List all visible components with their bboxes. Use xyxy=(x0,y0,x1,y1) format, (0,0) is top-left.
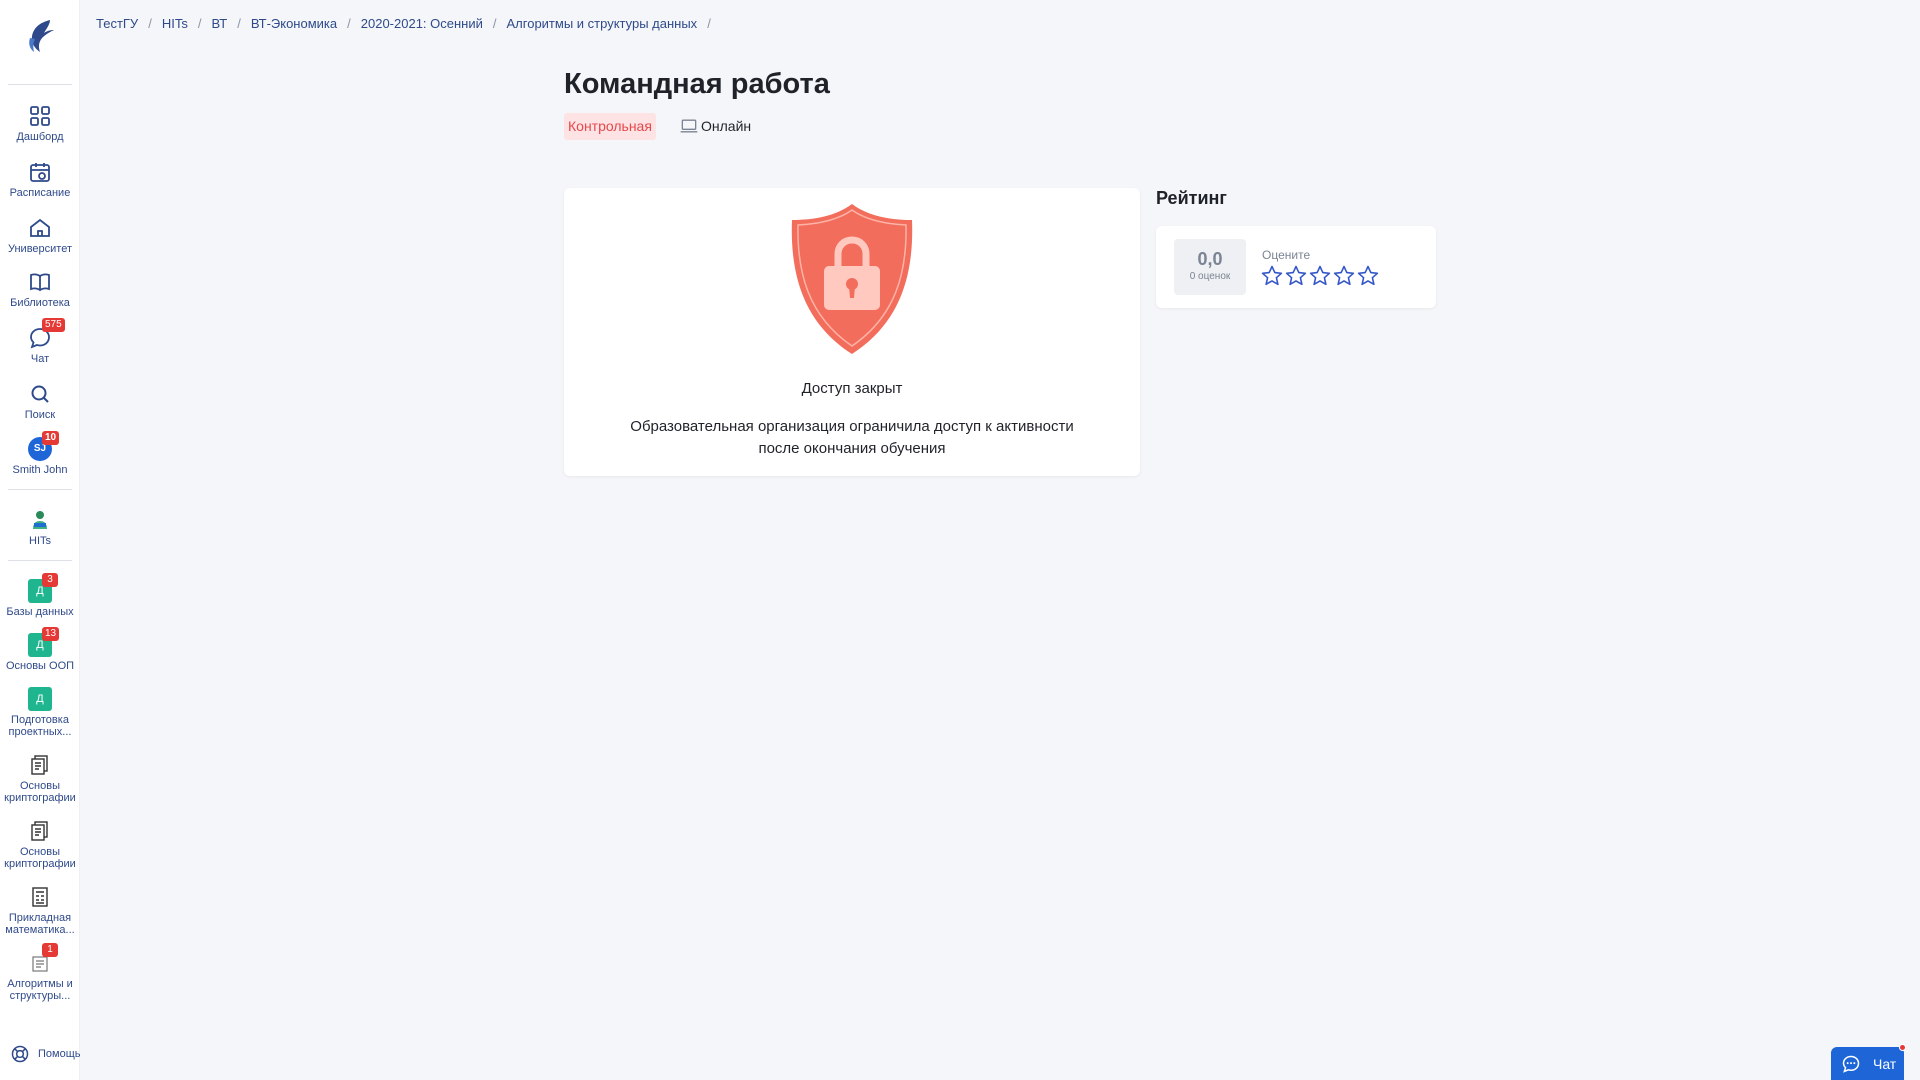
breadcrumb-separator: / xyxy=(347,16,351,31)
sidebar-item-label: Университет xyxy=(7,243,73,255)
sidebar-item-label: Поиск xyxy=(24,409,56,421)
chat-icon xyxy=(1842,1055,1860,1073)
sidebar-item-course-crypto[interactable]: Основы криптографии xyxy=(0,753,80,804)
avatar: SJ 10 xyxy=(28,431,60,461)
chat-icon: 575 xyxy=(28,318,65,350)
sidebar-item-label: Базы данных xyxy=(6,606,74,618)
sidebar-item-label: Чат xyxy=(30,353,50,365)
rating-title: Рейтинг xyxy=(1156,188,1227,208)
breadcrumb: ТестГУ / HITs / ВТ / ВТ-Экономика / 2020… xyxy=(96,16,721,31)
rating-score-box: 0,0 0 оценок xyxy=(1174,239,1246,295)
help-label: Помощь xyxy=(38,1048,81,1060)
lifebuoy-icon xyxy=(11,1045,29,1063)
sidebar-item-label: HITs xyxy=(29,535,51,547)
sidebar-item-label: Библиотека xyxy=(10,297,70,309)
rating-value: 0,0 xyxy=(1197,249,1223,269)
sidebar-item-library[interactable]: Библиотека xyxy=(0,270,80,309)
sidebar-item-label: Расписание xyxy=(9,187,71,199)
sidebar-item-label: Дашборд xyxy=(16,131,64,143)
hits-logo-icon xyxy=(28,508,52,532)
chat-notification-dot xyxy=(1899,1044,1906,1051)
course-badge: 1 xyxy=(42,943,58,957)
page-title: Командная работа xyxy=(564,68,830,100)
breadcrumb-separator: / xyxy=(197,16,202,31)
breadcrumb-separator: / xyxy=(492,16,497,31)
course-icon: 1 xyxy=(28,943,58,975)
rating-count: 0 оценок xyxy=(1189,271,1231,282)
sidebar-divider xyxy=(8,489,72,490)
grid-icon xyxy=(28,104,52,128)
activity-mode-label: Онлайн xyxy=(701,118,752,134)
access-closed-title: Доступ закрыт xyxy=(801,380,903,397)
sidebar-item-university[interactable]: Университет xyxy=(0,216,80,255)
sidebar-item-course-applied-math[interactable]: Прикладная математика... xyxy=(0,885,80,936)
sidebar-divider xyxy=(8,560,72,561)
sidebar-item-schedule[interactable]: Расписание xyxy=(0,160,80,199)
breadcrumb-separator: / xyxy=(707,16,711,31)
access-closed-message: Образовательная организация ограничила д… xyxy=(630,418,1074,457)
sidebar-divider xyxy=(8,84,72,85)
sidebar-item-label: Прикладная математика... xyxy=(5,912,75,936)
sidebar: Дашборд Расписание Университет Библиотек… xyxy=(0,0,81,1080)
rate-prompt: Оцените xyxy=(1262,248,1311,262)
course-square-icon: Д 3 xyxy=(28,573,58,603)
sidebar-item-course-oop[interactable]: Д 13 Основы ООП xyxy=(0,627,80,672)
sidebar-item-label: Основы ООП xyxy=(5,660,75,672)
course-badge: 13 xyxy=(42,627,60,641)
star-icon[interactable] xyxy=(1332,264,1356,288)
breadcrumb-item[interactable]: Алгоритмы и структуры данных xyxy=(507,16,698,31)
sidebar-item-label: Smith John xyxy=(12,464,68,476)
access-closed-card: Доступ закрыт Образовательная организаци… xyxy=(564,188,1140,476)
search-icon xyxy=(28,382,52,406)
course-icon xyxy=(28,885,52,909)
star-icon[interactable] xyxy=(1284,264,1308,288)
breadcrumb-item[interactable]: 2020-2021: Осенний xyxy=(361,16,483,31)
sidebar-item-chat[interactable]: 575 Чат xyxy=(0,318,80,365)
laptop-icon xyxy=(680,119,698,133)
sidebar-item-course-algorithms[interactable]: 1 Алгоритмы и структуры... xyxy=(0,943,80,1002)
locked-shield-icon xyxy=(791,204,913,354)
sidebar-item-label: Основы криптографии xyxy=(4,846,76,870)
sidebar-item-label: Основы криптографии xyxy=(4,780,76,804)
help-link[interactable]: Помощь xyxy=(10,1044,81,1064)
activity-mode-tag: Онлайн xyxy=(679,116,751,136)
sidebar-item-label: Алгоритмы и структуры... xyxy=(7,978,73,1002)
app-logo-icon[interactable] xyxy=(20,16,60,56)
profile-badge: 10 xyxy=(42,431,60,445)
sidebar-item-search[interactable]: Поиск xyxy=(0,382,80,421)
sidebar-item-course-crypto-2[interactable]: Основы криптографии xyxy=(0,819,80,870)
sidebar-item-dashboard[interactable]: Дашборд xyxy=(0,104,80,143)
breadcrumb-item[interactable]: ВТ-Экономика xyxy=(251,16,337,31)
sidebar-item-course-databases[interactable]: Д 3 Базы данных xyxy=(0,573,80,618)
breadcrumb-item[interactable]: HITs xyxy=(162,16,188,31)
activity-type-tag: Контрольная xyxy=(564,113,656,140)
chat-float-button[interactable]: Чат xyxy=(1831,1044,1906,1080)
calendar-icon xyxy=(28,160,52,184)
breadcrumb-separator: / xyxy=(237,16,241,31)
home-icon xyxy=(28,216,52,240)
course-square-icon: Д 13 xyxy=(28,627,60,657)
breadcrumb-separator: / xyxy=(148,16,152,31)
book-icon xyxy=(28,270,52,294)
star-icon[interactable] xyxy=(1260,264,1284,288)
star-icon[interactable] xyxy=(1308,264,1332,288)
star-icon[interactable] xyxy=(1356,264,1380,288)
breadcrumb-item[interactable]: ВТ xyxy=(211,16,227,31)
chat-button-label: Чат xyxy=(1873,1055,1897,1072)
chat-unread-badge: 575 xyxy=(42,318,65,332)
course-badge: 3 xyxy=(42,573,58,587)
star-rating-input xyxy=(1260,264,1380,288)
sidebar-item-profile[interactable]: SJ 10 Smith John xyxy=(0,431,80,476)
sidebar-item-hits[interactable]: HITs xyxy=(0,508,80,547)
course-icon xyxy=(28,819,52,843)
sidebar-item-course-projects[interactable]: Д Подготовка проектных... xyxy=(0,687,80,738)
rating-card: 0,0 0 оценок Оцените xyxy=(1156,226,1436,308)
sidebar-item-label: Подготовка проектных... xyxy=(8,714,72,738)
breadcrumb-item[interactable]: ТестГУ xyxy=(96,16,138,31)
course-icon xyxy=(28,753,52,777)
course-square-icon: Д xyxy=(28,687,52,711)
